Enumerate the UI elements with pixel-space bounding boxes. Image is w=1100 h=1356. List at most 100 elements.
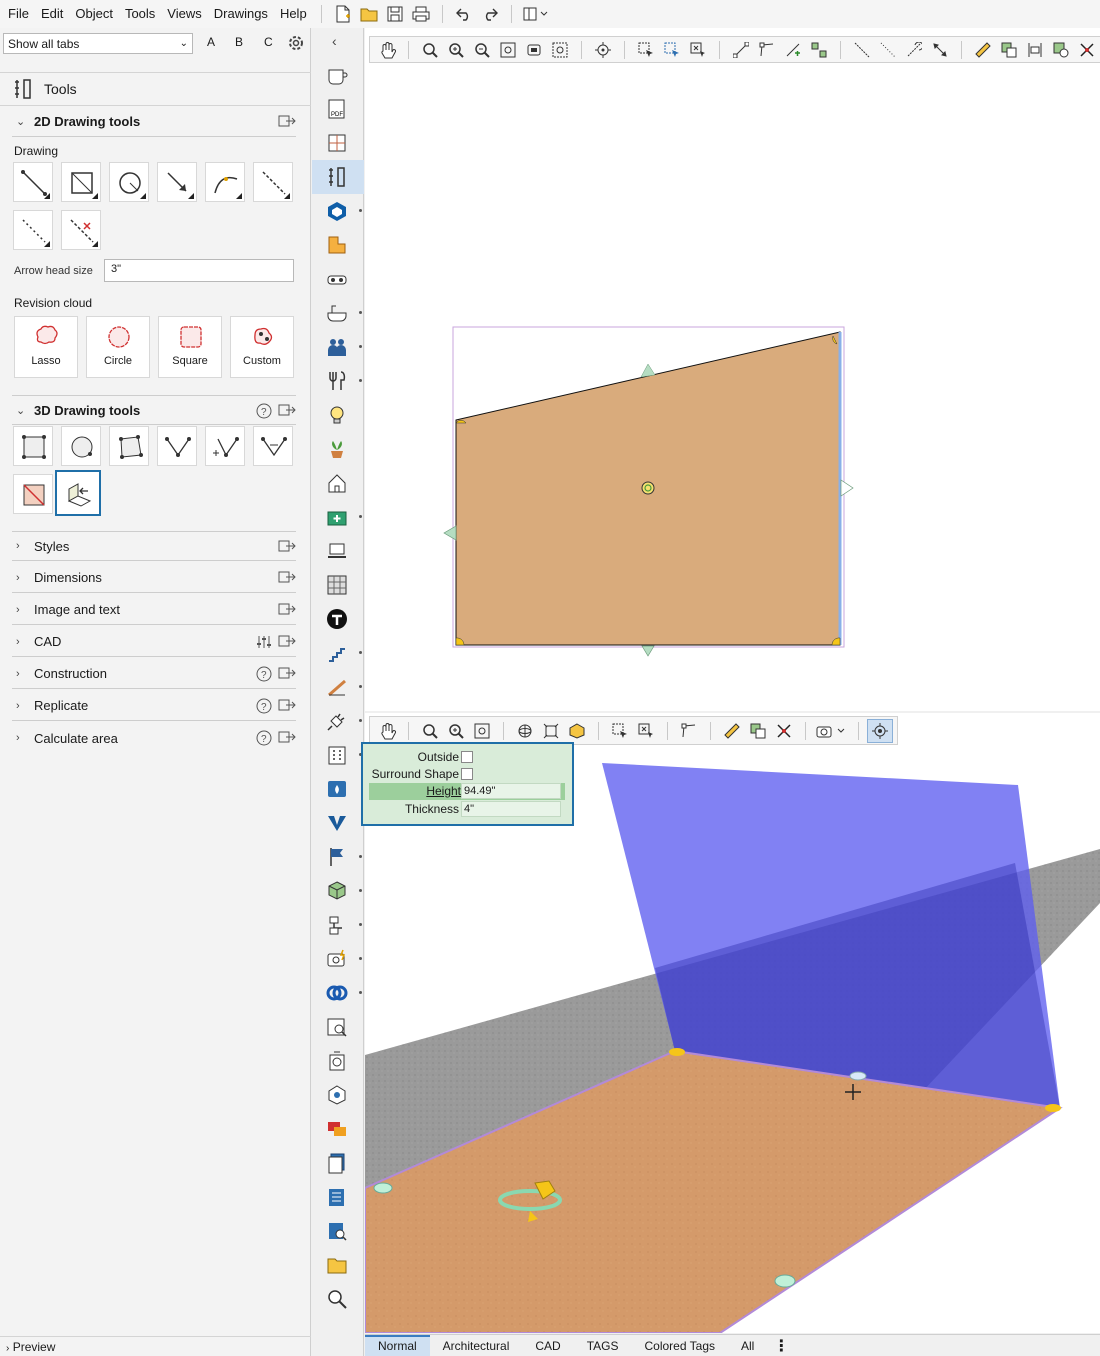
tab-letter-c[interactable]: C [264, 35, 273, 49]
edit-points-icon[interactable] [676, 719, 702, 743]
menu-views[interactable]: Views [161, 0, 207, 28]
help-icon[interactable]: ? [256, 666, 272, 682]
3d-slope-tool-button[interactable] [13, 474, 53, 514]
camera-dropdown-icon[interactable] [814, 719, 850, 743]
stopwatch-icon[interactable] [312, 1044, 364, 1078]
menu-edit[interactable]: Edit [35, 0, 69, 28]
outside-checkbox[interactable] [461, 751, 473, 763]
text-tool-icon[interactable] [312, 602, 364, 636]
menu-file[interactable]: File [2, 0, 35, 28]
orbit-icon[interactable] [512, 719, 538, 743]
section-cad[interactable]: › CAD [12, 627, 296, 657]
deselect-icon[interactable] [633, 719, 659, 743]
help-icon[interactable]: ? [256, 730, 272, 746]
book-search-icon[interactable] [312, 1010, 364, 1044]
dashed-line-tool-button[interactable] [13, 210, 53, 250]
help-icon[interactable]: ? [256, 403, 272, 419]
help-icon[interactable]: ? [256, 698, 272, 714]
detach-icon[interactable] [278, 634, 296, 648]
cloud-square-button[interactable]: Square [158, 316, 222, 378]
section-construction[interactable]: › Construction? [12, 659, 296, 689]
layers-icon[interactable] [312, 1112, 364, 1146]
menu-object[interactable]: Object [69, 0, 119, 28]
tab-normal[interactable]: Normal [365, 1334, 430, 1356]
focus-target-icon[interactable] [867, 718, 893, 743]
wall-plan-icon[interactable] [312, 126, 364, 160]
catalog-search-icon[interactable] [312, 1214, 364, 1248]
copy-paste-icon[interactable] [745, 719, 771, 743]
3d-polygon-tool-button[interactable] [109, 426, 149, 466]
undo-icon[interactable] [451, 2, 477, 26]
catalog-icon[interactable] [312, 1180, 364, 1214]
menu-drawings[interactable]: Drawings [208, 0, 274, 28]
detach-icon[interactable] [278, 698, 296, 712]
zoom-extents-icon[interactable] [469, 719, 495, 743]
detach-icon[interactable] [278, 539, 296, 553]
detach-icon[interactable] [278, 570, 296, 584]
3d-circle-tool-button[interactable] [61, 426, 101, 466]
edge-handle[interactable] [640, 363, 656, 378]
open-folder-icon[interactable] [356, 2, 382, 26]
flag-icon[interactable] [312, 840, 364, 874]
print-icon[interactable] [408, 2, 434, 26]
redo-icon[interactable] [477, 2, 503, 26]
electrical-plug-icon[interactable] [312, 704, 364, 738]
tools-icon[interactable] [312, 160, 364, 194]
laptop-icon[interactable] [312, 534, 364, 568]
tab-letter-b[interactable]: B [235, 35, 243, 49]
circle-tool-button[interactable] [109, 162, 149, 202]
coffee-cup-icon[interactable] [312, 58, 364, 92]
detach-icon[interactable] [278, 602, 296, 616]
cloud-circle-button[interactable]: Circle [86, 316, 150, 378]
tab-all[interactable]: All [728, 1335, 767, 1356]
sliders-icon[interactable] [256, 634, 272, 650]
plant-icon[interactable] [312, 432, 364, 466]
vectorworks-icon[interactable] [312, 806, 364, 840]
tab-letter-a[interactable]: A [207, 35, 215, 49]
more-options-icon[interactable]: ⋮ [767, 1336, 795, 1356]
sketchup-icon[interactable] [312, 194, 364, 228]
detach-icon[interactable] [278, 403, 296, 417]
plan-view[interactable] [365, 28, 1100, 711]
ramp-icon[interactable] [312, 670, 364, 704]
gear-icon[interactable] [287, 34, 305, 55]
section-replicate[interactable]: › Replicate? [12, 691, 296, 721]
building-icon[interactable] [312, 738, 364, 772]
section-calculate-area[interactable]: › Calculate area? [12, 723, 296, 753]
house-icon[interactable] [312, 466, 364, 500]
detach-icon[interactable] [278, 666, 296, 680]
arrow-head-size-input[interactable]: 3" [104, 259, 294, 282]
kitchen-utensils-icon[interactable] [312, 364, 364, 398]
fit-view-icon[interactable] [538, 719, 564, 743]
document-stack-icon[interactable] [312, 1146, 364, 1180]
bath-icon[interactable] [312, 296, 364, 330]
pdf-icon[interactable]: PDF [312, 92, 364, 126]
3d-edge-handle[interactable] [849, 1071, 867, 1081]
3d-polyline-tool-button[interactable] [157, 426, 197, 466]
arrow-tool-button[interactable] [157, 162, 197, 202]
delete-icon[interactable] [771, 719, 797, 743]
preview-bar[interactable]: › Preview [0, 1336, 311, 1356]
light-bulb-icon[interactable] [312, 398, 364, 432]
tab-filter-select[interactable]: Show all tabs ⌄ [3, 33, 193, 54]
menu-help[interactable]: Help [274, 0, 313, 28]
cloud-custom-button[interactable]: Custom [230, 316, 294, 378]
people-icon[interactable] [312, 330, 364, 364]
robot-arm-icon[interactable] [312, 908, 364, 942]
tab-tags[interactable]: TAGS [574, 1335, 632, 1356]
tiles-icon[interactable] [312, 568, 364, 602]
height-input[interactable]: 94.49" [461, 783, 561, 799]
center-handle[interactable] [641, 481, 655, 495]
tab-cad[interactable]: CAD [522, 1335, 573, 1356]
3d-add-point-tool-button[interactable] [205, 426, 245, 466]
surround-shape-checkbox[interactable] [461, 768, 473, 780]
section-2d-drawing-tools[interactable]: ⌄ 2D Drawing tools [12, 107, 296, 137]
section-styles[interactable]: › Styles [12, 531, 296, 561]
cube-view-icon[interactable] [564, 719, 590, 743]
layout-menu-icon[interactable] [520, 2, 554, 26]
save-icon[interactable] [382, 2, 408, 26]
linked-rings-icon[interactable] [312, 976, 364, 1010]
medical-kit-icon[interactable] [312, 500, 364, 534]
polyline-tool-button[interactable] [253, 162, 293, 202]
cube-network-icon[interactable] [312, 874, 364, 908]
